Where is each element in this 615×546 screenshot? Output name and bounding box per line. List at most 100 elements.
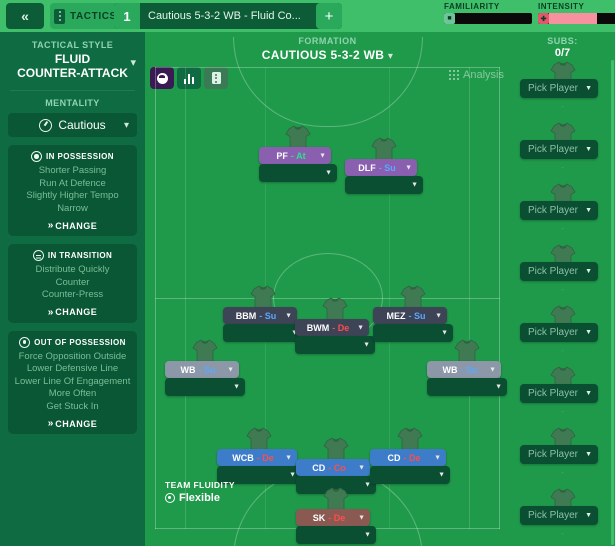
change-label: CHANGE [55, 418, 98, 429]
add-tactic-button[interactable]: + [316, 3, 342, 29]
sub-pick-player-dropdown[interactable]: Pick Player ▼ [520, 262, 598, 281]
chevron-down-icon[interactable]: ▼ [363, 342, 370, 349]
pick-player-label: Pick Player [528, 449, 579, 460]
chevron-down-icon[interactable]: ▼ [438, 472, 445, 479]
pick-player-dropdown[interactable]: ▼ [345, 176, 423, 194]
tactical-style-block[interactable]: TACTICAL STYLE FLUID COUNTER-ATTACK ▾ [0, 32, 145, 86]
chevron-down-icon[interactable]: ▾ [130, 56, 136, 69]
role-abbrev: MEZ [386, 310, 406, 321]
sub-pick-player-dropdown[interactable]: Pick Player ▼ [520, 506, 598, 525]
sub-separator: - [561, 468, 564, 477]
pick-player-label: Pick Player [528, 510, 579, 521]
pick-player-dropdown[interactable]: ▼ [295, 336, 375, 354]
sub-slot[interactable]: Pick Player ▼ - [510, 364, 615, 425]
phase-name: IN TRANSITION [47, 251, 113, 260]
change-button[interactable]: » CHANGE [12, 418, 133, 429]
subs-scrollbar[interactable] [611, 60, 614, 545]
pitch-graphic[interactable]: PF - At ▼ ▼ DLF - Su ▼ ▼ BBM - Su ▼ BWM … [155, 37, 507, 546]
role-chip[interactable]: WCB - De ▼ [217, 449, 297, 466]
chevron-down-icon[interactable]: ▼ [227, 366, 234, 373]
fluidity-value: Flexible [179, 492, 220, 504]
back-button[interactable]: « [6, 3, 44, 29]
role-chip[interactable]: SK - De ▼ [296, 509, 370, 526]
role-chip[interactable]: WB - Su ▼ [165, 361, 239, 378]
change-button[interactable]: » CHANGE [12, 307, 133, 318]
sub-pick-player-dropdown[interactable]: Pick Player ▼ [520, 384, 598, 403]
sub-separator: - [561, 163, 564, 172]
sub-slot[interactable]: Pick Player ▼ - [510, 181, 615, 242]
role-chip[interactable]: WB - Su ▼ [427, 361, 501, 378]
familiarity-bar: ■ [444, 13, 532, 24]
pick-player-dropdown[interactable]: ▼ [223, 324, 303, 342]
sub-slot[interactable]: Pick Player ▼ - [510, 242, 615, 303]
chevron-down-icon[interactable]: ▼ [585, 329, 592, 336]
chevron-down-icon[interactable]: ▼ [434, 454, 441, 461]
tactic-selector[interactable]: 1 Cautious 5-3-2 WB - Fluid Co... ▾ [114, 3, 342, 29]
role-chip[interactable]: DLF - Su ▼ [345, 159, 417, 176]
chevron-down-icon[interactable]: ▼ [585, 390, 592, 397]
chevron-down-icon[interactable]: ▼ [285, 312, 292, 319]
chevron-down-icon[interactable]: ▼ [585, 451, 592, 458]
pick-player-dropdown[interactable]: ▼ [373, 324, 453, 342]
chevron-down-icon[interactable]: ▼ [585, 85, 592, 92]
role-chip[interactable]: CD - Co ▼ [296, 459, 370, 476]
sub-pick-player-dropdown[interactable]: Pick Player ▼ [520, 79, 598, 98]
sub-pick-player-dropdown[interactable]: Pick Player ▼ [520, 445, 598, 464]
instruction: Counter-Press [41, 289, 104, 300]
role-chip[interactable]: CD - De ▼ [370, 449, 446, 466]
pick-player-dropdown[interactable]: ▼ [259, 164, 337, 182]
role-chip[interactable]: BWM - De ▼ [295, 319, 369, 336]
chevron-down-icon[interactable]: ▼ [289, 472, 296, 479]
chevron-down-icon[interactable]: ▼ [319, 152, 326, 159]
chevron-down-icon[interactable]: ▼ [435, 312, 442, 319]
chevron-down-icon[interactable]: ▼ [233, 384, 240, 391]
sub-slot[interactable]: Pick Player ▼ - [510, 486, 615, 546]
chevron-double-right-icon: » [47, 306, 53, 318]
role-chip[interactable]: BBM - Su ▼ [223, 307, 297, 324]
role-chip[interactable]: MEZ - Su ▼ [373, 307, 447, 324]
sub-pick-player-dropdown[interactable]: Pick Player ▼ [520, 201, 598, 220]
sub-slot[interactable]: Pick Player ▼ - [510, 303, 615, 364]
chevron-down-icon[interactable]: ▼ [285, 454, 292, 461]
intensity-badge-icon: ✚ [538, 13, 549, 24]
phase-header: IN POSSESSION [12, 151, 133, 162]
chevron-down-icon[interactable]: ▾ [124, 120, 129, 131]
sub-separator: - [561, 285, 564, 294]
chevron-down-icon[interactable]: ▼ [358, 514, 365, 521]
pick-player-dropdown[interactable]: ▼ [427, 378, 507, 396]
chevron-down-icon[interactable]: ▼ [441, 330, 448, 337]
sub-pick-player-dropdown[interactable]: Pick Player ▼ [520, 323, 598, 342]
chevron-down-icon[interactable]: ▼ [405, 164, 412, 171]
subs-list: Pick Player ▼ - Pick Player ▼ - Pick Pla… [510, 59, 615, 546]
pitch-channel-left [185, 67, 186, 529]
phase-name: OUT OF POSSESSION [34, 337, 126, 347]
mentality-selector[interactable]: Cautious ▾ [8, 113, 137, 137]
sub-slot[interactable]: Pick Player ▼ - [510, 425, 615, 486]
chevron-down-icon[interactable]: ▼ [585, 512, 592, 519]
instruction: Distribute Quickly [35, 264, 110, 275]
role-chip[interactable]: PF - At ▼ [259, 147, 331, 164]
instruction: Lower Defensive Line [26, 363, 119, 374]
duty-abbrev: - De [328, 512, 346, 523]
chevron-down-icon[interactable]: ▼ [325, 170, 332, 177]
sub-slot[interactable]: Pick Player ▼ - [510, 59, 615, 120]
chevron-down-icon[interactable]: ▼ [358, 464, 365, 471]
mentality-caption: MENTALITY [45, 98, 100, 108]
chevron-down-icon[interactable]: ▼ [364, 532, 371, 539]
chevron-down-icon[interactable]: ▼ [585, 146, 592, 153]
sub-pick-player-dropdown[interactable]: Pick Player ▼ [520, 140, 598, 159]
pick-player-dropdown[interactable]: ▼ [370, 466, 450, 484]
sub-slot[interactable]: Pick Player ▼ - [510, 120, 615, 181]
mentality-dial-icon [39, 118, 53, 132]
chevron-down-icon[interactable]: ▼ [585, 268, 592, 275]
pick-player-dropdown[interactable]: ▼ [296, 526, 376, 544]
change-button[interactable]: » CHANGE [12, 220, 133, 231]
chevron-down-icon[interactable]: ▼ [411, 182, 418, 189]
role-abbrev: BBM [235, 310, 257, 321]
pick-player-dropdown[interactable]: ▼ [165, 378, 245, 396]
chevron-down-icon[interactable]: ▼ [495, 384, 502, 391]
top-bar: « TACTICS 1 Cautious 5-3-2 WB - Fluid Co… [0, 0, 615, 32]
chevron-down-icon[interactable]: ▼ [357, 324, 364, 331]
chevron-down-icon[interactable]: ▼ [585, 207, 592, 214]
chevron-down-icon[interactable]: ▼ [489, 366, 496, 373]
